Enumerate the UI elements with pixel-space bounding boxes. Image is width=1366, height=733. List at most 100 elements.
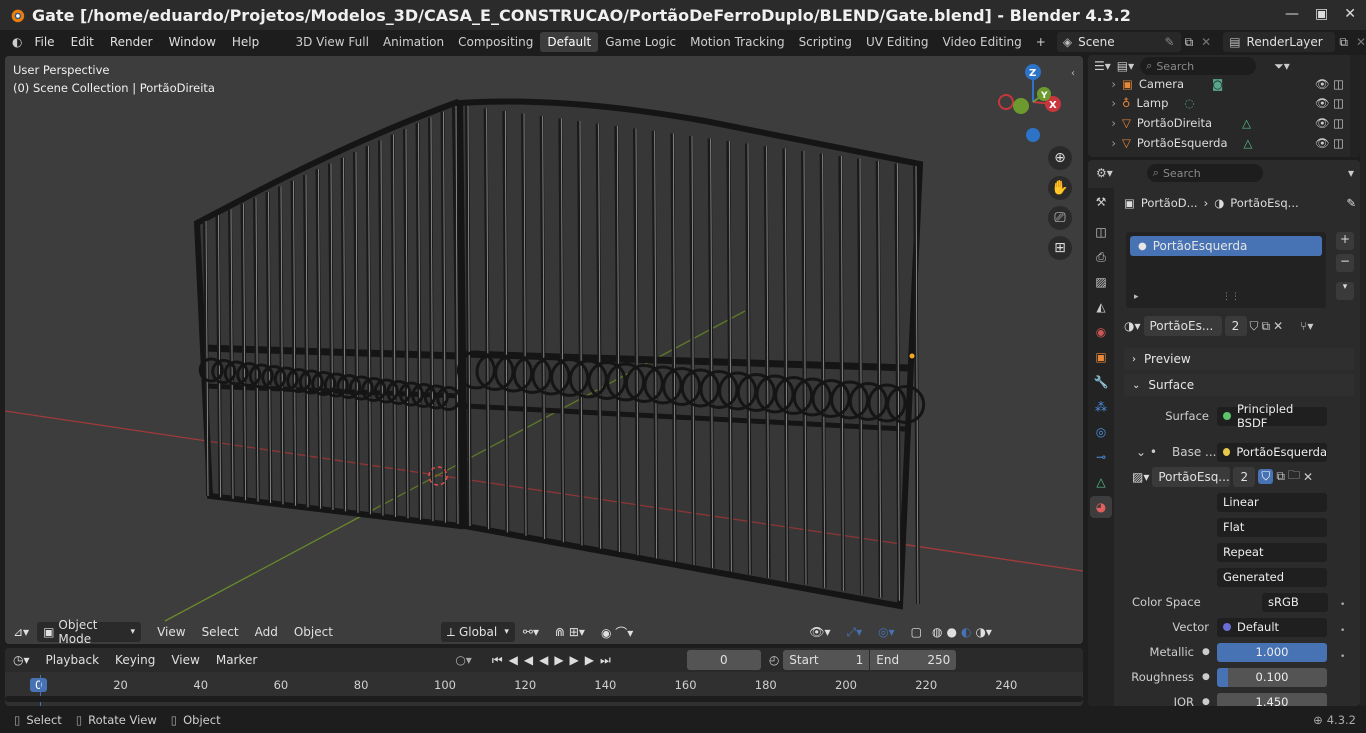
new-render-layer-icon[interactable]: ⧉ — [1339, 35, 1348, 50]
timeline-menu-marker[interactable]: Marker — [208, 653, 265, 667]
auto-keying-icon[interactable]: ○▾ — [455, 653, 472, 667]
outliner[interactable]: ☰▾ ▤▾ ⌕ Search ⏷▾ › ▣ Camera ◙ 👁 ◫ › ♁ L… — [1088, 55, 1360, 157]
blender-menu-icon[interactable]: ◐ — [0, 35, 26, 49]
properties-editor[interactable]: ⚙▾ ⌕ Search ▾ ⚒ ◫ ⎙ ▨ ◭ ◉ ▣ 🔧 ⁂ ◎ ⊸ △ ◕ … — [1088, 160, 1360, 706]
tab-default[interactable]: Default — [540, 32, 599, 52]
gizmo-toggle-icon[interactable]: ⤢▾ — [839, 625, 871, 640]
projection-dropdown[interactable]: Flat — [1217, 517, 1327, 537]
header-menu-view[interactable]: View — [149, 625, 193, 639]
material-shading-icon[interactable]: ◐ — [959, 625, 973, 639]
wireframe-shading-icon[interactable]: ◍ — [930, 625, 944, 639]
minimize-icon[interactable]: — — [1285, 6, 1299, 22]
solid-shading-icon[interactable]: ● — [944, 625, 958, 639]
timeline-editor-icon[interactable]: ◷▾ — [5, 653, 38, 667]
duplicate-icon[interactable]: ⧉ — [1262, 319, 1271, 334]
preview-panel-header[interactable]: › Preview — [1124, 348, 1354, 370]
chevron-down-icon[interactable]: ⌄ • — [1092, 445, 1172, 459]
menu-render[interactable]: Render — [102, 35, 161, 49]
metallic-slider[interactable]: 1.000 — [1217, 642, 1327, 662]
timeline-menu-playback[interactable]: Playback — [38, 653, 108, 667]
surface-panel-header[interactable]: ⌄ Surface — [1124, 374, 1354, 396]
image-datablock[interactable]: ▨▾ PortãoEsq... 2 ⛉ ⧉ 🗀 ✕ — [1132, 466, 1313, 487]
timeline-menu-view[interactable]: View — [163, 653, 207, 667]
timeline[interactable]: ◷▾ Playback Keying View Marker ○▾ ⏮◀◀◀▶▶… — [5, 648, 1083, 706]
resize-handle-icon[interactable]: ⋮⋮ — [1222, 292, 1240, 302]
material-datablock[interactable]: ◑▾ PortãoEs... 2 ⛉ ⧉ ✕ ⑂▾ — [1124, 316, 1313, 336]
slot-menu-icon[interactable]: ▾ — [1336, 282, 1354, 300]
data-tab-icon[interactable]: △ — [1090, 471, 1112, 493]
socket-dot-icon[interactable]: ● — [1202, 697, 1217, 706]
proportional-edit-icon[interactable]: ◉ ⌒▾ — [593, 624, 641, 641]
unlink-icon[interactable]: ✕ — [1303, 470, 1313, 484]
visibility-eye-icon[interactable]: 👁 ◫ — [1315, 96, 1344, 110]
duplicate-icon[interactable]: ⧉ — [1276, 469, 1285, 484]
grid-toggle-icon[interactable]: ⊞ — [1048, 236, 1072, 260]
visibility-eye-icon[interactable]: 👁 ◫ — [1315, 136, 1344, 150]
modifier-tab-icon[interactable]: 🔧 — [1090, 371, 1112, 393]
socket-dot-icon[interactable]: ● — [1202, 672, 1217, 682]
tab-scripting[interactable]: Scripting — [792, 32, 859, 52]
maximize-icon[interactable]: ▣ — [1315, 6, 1328, 22]
display-mode-icon[interactable]: ▤▾ — [1117, 59, 1134, 73]
image-name-field[interactable]: PortãoEsq... — [1152, 466, 1231, 487]
pin-icon[interactable]: ✎ — [1346, 196, 1356, 210]
fake-user-icon[interactable]: ⛉ — [1258, 469, 1274, 484]
output-tab-icon[interactable]: ⎙ — [1090, 246, 1112, 268]
tab-3d-view-full[interactable]: 3D View Full — [288, 32, 376, 52]
start-frame-field[interactable]: Start 1 — [783, 650, 870, 670]
view-layer-tab-icon[interactable]: ▨ — [1090, 271, 1112, 293]
ior-field[interactable]: 1.450 — [1217, 692, 1327, 706]
scene-selector[interactable]: ◈ Scene ✎ — [1056, 32, 1181, 52]
expand-arrow-icon[interactable]: › — [1088, 96, 1116, 110]
visibility-eye-icon[interactable]: 👁 ◫ — [1315, 77, 1344, 91]
material-slot-item[interactable]: ● PortãoEsquerda — [1130, 236, 1322, 256]
socket-dot-icon[interactable]: ● — [1202, 647, 1217, 657]
base-color-field[interactable]: PortãoEsquerda — [1217, 442, 1327, 462]
render-tab-icon[interactable]: ◫ — [1090, 221, 1112, 243]
add-workspace-icon[interactable]: + — [1029, 32, 1053, 52]
keyframe-dot-icon[interactable]: • — [1340, 652, 1345, 662]
render-layer-selector[interactable]: ▤ RenderLayer — [1223, 32, 1336, 52]
delete-scene-icon[interactable]: ✕ — [1201, 35, 1211, 49]
outliner-editor-icon[interactable]: ☰▾ — [1094, 59, 1111, 73]
tab-video-editing[interactable]: Video Editing — [936, 32, 1029, 52]
properties-scrollbar[interactable] — [1360, 55, 1366, 706]
scene-tab-icon[interactable]: ◭ — [1090, 296, 1112, 318]
properties-search[interactable]: ⌕ Search — [1146, 164, 1263, 182]
xray-icon[interactable]: ▢ — [903, 625, 930, 639]
source-dropdown[interactable]: Generated — [1217, 567, 1327, 587]
material-name-field[interactable]: PortãoEs... — [1143, 316, 1222, 336]
end-frame-field[interactable]: End 250 — [870, 650, 957, 670]
outliner-row-lamp[interactable]: › ♁ Lamp ◌ 👁 ◫ — [1088, 93, 1350, 113]
vector-field[interactable]: Default — [1217, 617, 1327, 637]
pin-icon[interactable]: ✎ — [1165, 35, 1175, 49]
remove-slot-icon[interactable]: − — [1336, 254, 1354, 272]
image-browse-icon[interactable]: ▨▾ — [1132, 470, 1149, 484]
color-space-dropdown[interactable]: sRGB — [1262, 592, 1328, 612]
keyframe-dot-icon[interactable]: • — [1340, 600, 1345, 610]
visibility-icon[interactable]: 👁▾ — [801, 625, 838, 639]
surface-shader-field[interactable]: Principled BSDF — [1217, 402, 1327, 430]
header-menu-add[interactable]: Add — [247, 625, 286, 639]
outliner-row-portao-direita[interactable]: › ▽ PortãoDireita △ 👁 ◫ — [1088, 113, 1350, 133]
object-tab-icon[interactable]: ▣ — [1090, 346, 1112, 368]
camera-view-icon[interactable]: ⎚ — [1048, 206, 1072, 230]
tab-compositing[interactable]: Compositing — [451, 32, 540, 52]
visibility-eye-icon[interactable]: 👁 ◫ — [1315, 116, 1344, 130]
zoom-icon[interactable]: ⊕ — [1048, 146, 1072, 170]
timeline-scrollbar[interactable] — [5, 696, 1083, 702]
pan-hand-icon[interactable]: ✋ — [1048, 176, 1072, 200]
keyframe-dot-icon[interactable]: • — [1340, 626, 1345, 636]
menu-help[interactable]: Help — [224, 35, 267, 49]
interpolation-dropdown[interactable]: Linear — [1217, 492, 1327, 512]
tab-game-logic[interactable]: Game Logic — [598, 32, 683, 52]
material-browse-icon[interactable]: ◑▾ — [1124, 319, 1141, 333]
expand-arrow-icon[interactable]: › — [1088, 116, 1116, 130]
rendered-shading-icon[interactable]: ◑▾ — [973, 625, 994, 639]
pivot-icon[interactable]: ⚯▾ — [515, 625, 547, 639]
menu-window[interactable]: Window — [161, 35, 224, 49]
expand-arrow-icon[interactable]: › — [1088, 136, 1116, 150]
menu-file[interactable]: File — [26, 35, 62, 49]
add-slot-icon[interactable]: + — [1336, 232, 1354, 250]
extension-dropdown[interactable]: Repeat — [1217, 542, 1327, 562]
